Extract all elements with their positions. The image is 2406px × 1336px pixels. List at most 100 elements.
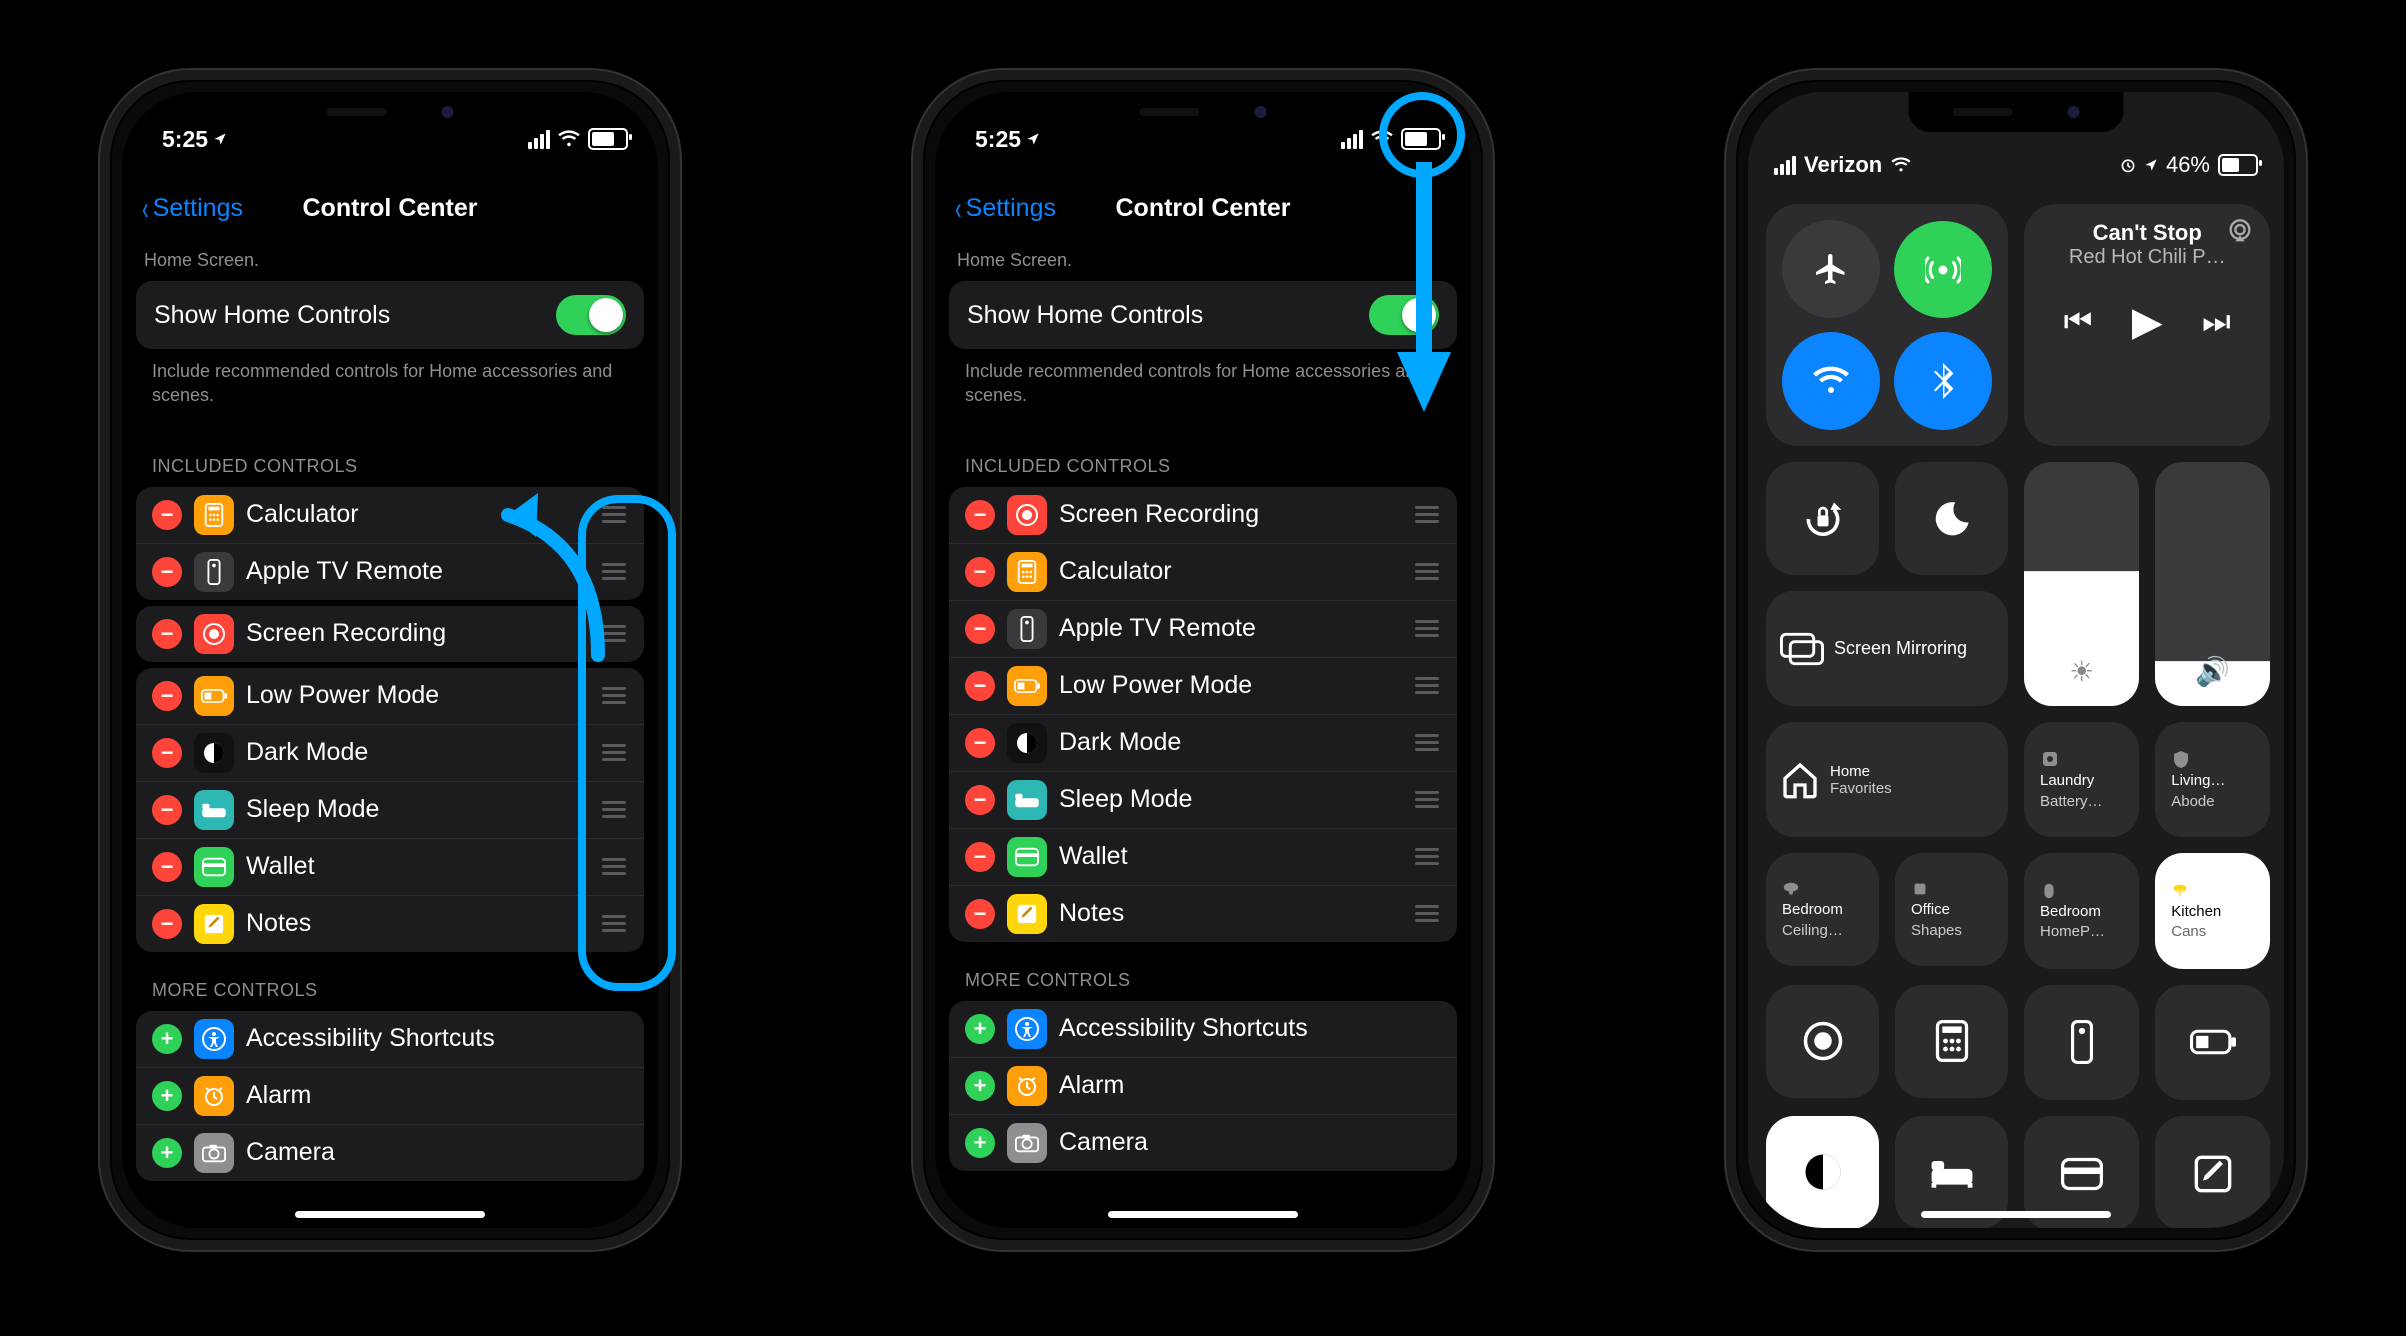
add-button[interactable]: + — [965, 1071, 995, 1101]
add-button[interactable]: + — [965, 1014, 995, 1044]
add-button[interactable]: + — [965, 1128, 995, 1158]
reorder-handle[interactable] — [1413, 677, 1441, 694]
home-indicator[interactable] — [295, 1211, 485, 1218]
reorder-handle[interactable] — [600, 506, 628, 523]
remove-button[interactable]: − — [965, 785, 995, 815]
reorder-handle[interactable] — [600, 687, 628, 704]
home-accessory-living[interactable]: Living…Abode — [2155, 722, 2270, 837]
included-control-row[interactable]: −Dark Mode — [136, 724, 644, 781]
low-power-mode-button[interactable] — [2155, 985, 2270, 1100]
reorder-handle[interactable] — [600, 915, 628, 932]
brightness-slider[interactable]: ☀ — [2024, 462, 2139, 706]
airplane-mode-button[interactable] — [1782, 220, 1880, 318]
reorder-handle[interactable] — [600, 801, 628, 818]
notes-button[interactable] — [2155, 1116, 2270, 1228]
included-control-row[interactable]: −Dark Mode — [949, 714, 1457, 771]
home-indicator[interactable] — [1921, 1211, 2111, 1218]
included-control-row[interactable]: −Low Power Mode — [136, 668, 644, 724]
show-home-controls-cell[interactable]: Show Home Controls — [949, 281, 1457, 349]
included-control-row[interactable]: −Wallet — [949, 828, 1457, 885]
reorder-handle[interactable] — [1413, 905, 1441, 922]
reorder-handle[interactable] — [600, 563, 628, 580]
remove-button[interactable]: − — [965, 671, 995, 701]
remove-button[interactable]: − — [965, 614, 995, 644]
forward-button[interactable]: ⏭ — [2202, 303, 2231, 341]
more-control-row[interactable]: +Camera — [136, 1124, 644, 1181]
orientation-lock-button[interactable] — [1766, 462, 1879, 575]
remove-button[interactable]: − — [152, 557, 182, 587]
remove-button[interactable]: − — [152, 500, 182, 530]
home-indicator[interactable] — [1108, 1211, 1298, 1218]
dark-mode-button[interactable] — [1766, 1116, 1879, 1228]
included-control-row[interactable]: −Sleep Mode — [136, 781, 644, 838]
remove-button[interactable]: − — [152, 852, 182, 882]
reorder-handle[interactable] — [600, 625, 628, 642]
home-favorites-button[interactable]: Home Favorites — [1766, 722, 2008, 837]
included-control-row[interactable]: −Apple TV Remote — [949, 600, 1457, 657]
screen-recording-button[interactable] — [1766, 985, 1879, 1098]
media-module[interactable]: Can't Stop Red Hot Chili P… ⏮ ▶ ⏭ — [2024, 204, 2270, 446]
remove-button[interactable]: − — [152, 738, 182, 768]
remove-button[interactable]: − — [965, 842, 995, 872]
included-control-row[interactable]: −Screen Recording — [136, 606, 644, 662]
toggle-on[interactable] — [556, 295, 626, 335]
included-control-row[interactable]: −Apple TV Remote — [136, 543, 644, 600]
wifi-button[interactable] — [1782, 332, 1880, 430]
bluetooth-button[interactable] — [1894, 332, 1992, 430]
remove-button[interactable]: − — [965, 899, 995, 929]
do-not-disturb-button[interactable] — [1895, 462, 2008, 575]
remove-button[interactable]: − — [965, 557, 995, 587]
wallet-icon — [2061, 1157, 2103, 1191]
more-control-row[interactable]: +Camera — [949, 1114, 1457, 1171]
reorder-handle[interactable] — [1413, 506, 1441, 523]
volume-slider[interactable]: 🔊 — [2155, 462, 2270, 706]
remove-button[interactable]: − — [152, 681, 182, 711]
included-control-row[interactable]: −Calculator — [136, 487, 644, 543]
remove-button[interactable]: − — [152, 795, 182, 825]
home-accessory-laundry[interactable]: LaundryBattery… — [2024, 722, 2139, 837]
reorder-handle[interactable] — [1413, 734, 1441, 751]
cellular-data-button[interactable] — [1894, 220, 1992, 318]
add-button[interactable]: + — [152, 1024, 182, 1054]
reorder-handle[interactable] — [1413, 620, 1441, 637]
tv-remote-button[interactable] — [2024, 985, 2139, 1100]
play-button[interactable]: ▶ — [2132, 299, 2163, 345]
included-control-row[interactable]: −Notes — [136, 895, 644, 952]
back-button[interactable]: ‹ Settings — [140, 194, 243, 223]
reorder-handle[interactable] — [1413, 848, 1441, 865]
home-accessory-kitchen-cans[interactable]: KitchenCans — [2155, 853, 2270, 968]
add-button[interactable]: + — [152, 1138, 182, 1168]
nav-bar: ‹ Settings Control Center — [122, 166, 658, 250]
home-accessory-office-shapes[interactable]: OfficeShapes — [1895, 853, 2008, 966]
sleep-icon — [194, 790, 234, 830]
screen-mirroring-button[interactable]: Screen Mirroring — [1766, 591, 2008, 706]
remove-button[interactable]: − — [965, 500, 995, 530]
reorder-handle[interactable] — [1413, 563, 1441, 580]
included-control-row[interactable]: −Notes — [949, 885, 1457, 942]
toggle-on[interactable] — [1369, 295, 1439, 335]
back-button[interactable]: ‹ Settings — [953, 194, 1056, 223]
rewind-button[interactable]: ⏮ — [2064, 303, 2093, 341]
show-home-controls-cell[interactable]: Show Home Controls — [136, 281, 644, 349]
remove-button[interactable]: − — [152, 619, 182, 649]
security-icon — [2171, 749, 2191, 769]
more-control-row[interactable]: +Alarm — [136, 1067, 644, 1124]
remove-button[interactable]: − — [965, 728, 995, 758]
included-control-row[interactable]: −Low Power Mode — [949, 657, 1457, 714]
reorder-handle[interactable] — [600, 744, 628, 761]
included-control-row[interactable]: −Sleep Mode — [949, 771, 1457, 828]
calculator-button[interactable] — [1895, 985, 2008, 1098]
included-control-row[interactable]: −Screen Recording — [949, 487, 1457, 543]
more-control-row[interactable]: +Alarm — [949, 1057, 1457, 1114]
remove-button[interactable]: − — [152, 909, 182, 939]
home-accessory-bedroom-homepod[interactable]: BedroomHomeP… — [2024, 853, 2139, 968]
more-control-row[interactable]: +Accessibility Shortcuts — [949, 1001, 1457, 1057]
airplay-icon[interactable] — [2226, 218, 2254, 246]
more-control-row[interactable]: +Accessibility Shortcuts — [136, 1011, 644, 1067]
included-control-row[interactable]: −Wallet — [136, 838, 644, 895]
reorder-handle[interactable] — [1413, 791, 1441, 808]
reorder-handle[interactable] — [600, 858, 628, 875]
add-button[interactable]: + — [152, 1081, 182, 1111]
included-control-row[interactable]: −Calculator — [949, 543, 1457, 600]
home-accessory-bedroom-ceiling[interactable]: BedroomCeiling… — [1766, 853, 1879, 966]
